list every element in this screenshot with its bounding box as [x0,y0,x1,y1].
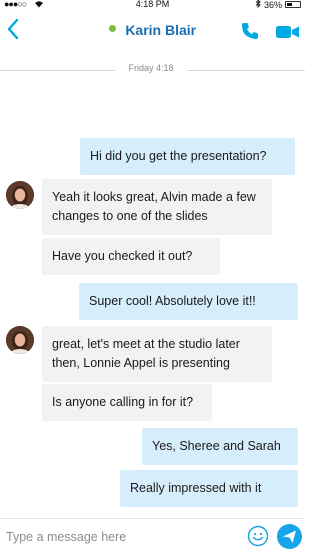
contact-name: Karin Blair [125,21,197,38]
battery-percent: 36% [263,0,282,10]
battery-icon [285,1,301,8]
send-button[interactable] [277,524,302,549]
audio-call-button[interactable] [240,21,260,41]
bluetooth-icon [255,0,261,10]
status-bar: ●●●○○ 4:18 PM 36% [0,0,305,12]
contact-avatar-icon [6,326,34,354]
send-icon [283,530,296,543]
video-call-button[interactable] [275,24,301,40]
video-camera-icon [276,26,299,38]
date-separator: Friday 4:18 [128,63,174,73]
message-incoming[interactable]: great, let's meet at the studio later th… [42,326,272,382]
message-incoming[interactable]: Have you checked it out? [42,238,220,275]
chat-header: Karin Blair [0,12,305,52]
message-incoming[interactable]: Is anyone calling in for it? [42,384,212,421]
phone-icon [242,23,258,39]
emoji-icon [247,525,269,547]
message-outgoing[interactable]: Really impressed with it [120,470,298,507]
message-outgoing[interactable]: Hi did you get the presentation? [80,138,295,175]
avatar[interactable] [6,181,34,209]
date-divider-right [187,70,305,71]
avatar[interactable] [6,326,34,354]
online-status-icon [108,25,116,33]
message-incoming[interactable]: Yeah it looks great, Alvin made a few ch… [42,179,272,235]
contact-avatar-icon [6,181,34,209]
status-right: 36% [255,0,301,10]
message-outgoing[interactable]: Super cool! Absolutely love it!! [79,283,298,320]
message-composer [0,518,305,553]
date-divider-left [0,70,115,71]
message-input[interactable] [6,527,236,547]
emoji-button[interactable] [247,525,269,547]
message-outgoing[interactable]: Yes, Sheree and Sarah [142,428,298,465]
